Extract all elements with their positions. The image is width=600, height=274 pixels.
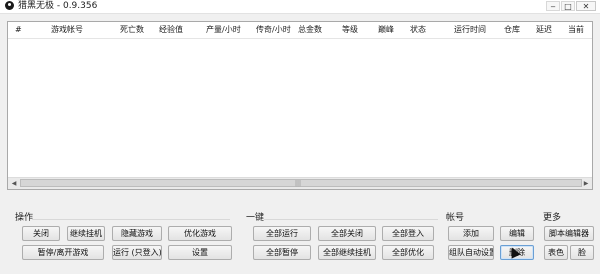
login-all-button[interactable]: 全部登入 bbox=[382, 226, 434, 241]
column-header-exp[interactable]: 经验值 bbox=[159, 25, 183, 35]
column-header-paragon[interactable]: 巅峰 bbox=[378, 25, 394, 35]
run-login-only-button[interactable]: 运行 (只登入) bbox=[112, 245, 162, 260]
close-window-button[interactable]: ✕ bbox=[576, 1, 596, 11]
minimize-button[interactable]: ‒ bbox=[546, 1, 560, 11]
column-header-account[interactable]: 游戏帐号 bbox=[51, 25, 83, 35]
column-header-latency[interactable]: 延迟 bbox=[536, 25, 552, 35]
horizontal-scrollbar[interactable]: ◀ ||| ▶ bbox=[8, 177, 592, 189]
script-editor-button[interactable]: 脚本编辑器 bbox=[544, 226, 594, 241]
group-label-one-click: 一键 bbox=[246, 213, 265, 223]
group-label-more: 更多 bbox=[543, 213, 562, 223]
column-header-stash[interactable]: 仓库 bbox=[504, 25, 520, 35]
group-divider-one-click bbox=[264, 219, 438, 220]
column-header-runtime[interactable]: 运行时间 bbox=[454, 25, 486, 35]
scroll-right-icon[interactable]: ▶ bbox=[581, 179, 591, 188]
column-header-gold[interactable]: 总金数 bbox=[298, 25, 322, 35]
continue-hang-button[interactable]: 继续挂机 bbox=[67, 226, 105, 241]
account-list[interactable]: # 游戏帐号 死亡数 经验值 产量/小时 传奇/小时 总金数 等级 巅峰 状态 … bbox=[7, 21, 593, 190]
column-header-yield[interactable]: 产量/小时 bbox=[206, 25, 241, 35]
app-logo-icon bbox=[5, 1, 14, 10]
scrollbar-thumb[interactable]: ||| bbox=[20, 179, 582, 187]
column-header-status[interactable]: 状态 bbox=[410, 25, 426, 35]
optimize-game-button[interactable]: 优化游戏 bbox=[168, 226, 232, 241]
settings-button[interactable]: 设置 bbox=[168, 245, 232, 260]
group-label-operation: 操作 bbox=[15, 213, 34, 223]
add-account-button[interactable]: 添加 bbox=[448, 226, 494, 241]
run-all-button[interactable]: 全部运行 bbox=[253, 226, 311, 241]
close-all-button[interactable]: 全部关闭 bbox=[318, 226, 376, 241]
column-header-current[interactable]: 当前 bbox=[568, 25, 584, 35]
group-divider-operation bbox=[32, 219, 230, 220]
maximize-button[interactable]: □ bbox=[561, 1, 575, 11]
app-window: 猎黑无极 - 0.9.356 ‒ □ ✕ # 游戏帐号 死亡数 经验值 产量/小… bbox=[0, 0, 600, 274]
auto-team-setup-button[interactable]: 组队自动设置 bbox=[448, 245, 494, 260]
scrollbar-grip-icon: ||| bbox=[295, 180, 302, 187]
close-button[interactable]: 关闭 bbox=[22, 226, 60, 241]
color-button[interactable]: 表色 bbox=[544, 245, 568, 260]
window-controls: ‒ □ ✕ bbox=[545, 1, 596, 11]
list-header: # 游戏帐号 死亡数 经验值 产量/小时 传奇/小时 总金数 等级 巅峰 状态 … bbox=[8, 22, 592, 39]
column-header-legend[interactable]: 传奇/小时 bbox=[256, 25, 291, 35]
continue-all-button[interactable]: 全部继续挂机 bbox=[318, 245, 376, 260]
pause-leave-button[interactable]: 暂停/离开游戏 bbox=[22, 245, 104, 260]
other-button[interactable]: 脸 bbox=[570, 245, 594, 260]
window-title: 猎黑无极 - 0.9.356 bbox=[18, 1, 98, 11]
column-header-index[interactable]: # bbox=[15, 25, 22, 35]
optimize-all-button[interactable]: 全部优化 bbox=[382, 245, 434, 260]
hide-game-button[interactable]: 隐藏游戏 bbox=[112, 226, 162, 241]
title-bar[interactable]: 猎黑无极 - 0.9.356 ‒ □ ✕ bbox=[0, 0, 600, 14]
group-label-account: 帐号 bbox=[446, 213, 465, 223]
edit-account-button[interactable]: 编辑 bbox=[500, 226, 534, 241]
pause-all-button[interactable]: 全部暂停 bbox=[253, 245, 311, 260]
column-header-level[interactable]: 等级 bbox=[342, 25, 358, 35]
column-header-deaths[interactable]: 死亡数 bbox=[120, 25, 144, 35]
scroll-left-icon[interactable]: ◀ bbox=[9, 179, 19, 188]
